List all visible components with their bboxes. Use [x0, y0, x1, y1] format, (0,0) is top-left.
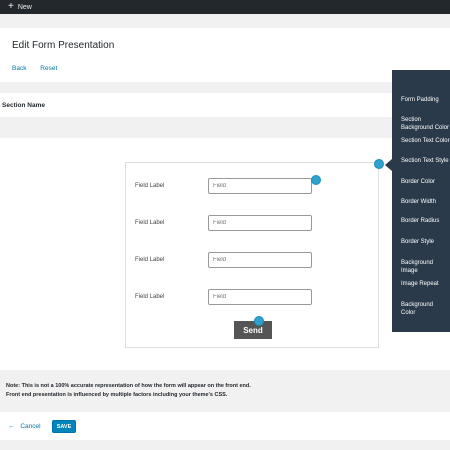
cancel-label: Cancel — [20, 423, 41, 430]
admin-top-bar: + New — [0, 0, 450, 14]
footer-actions: ← Cancel SAVE — [0, 412, 450, 440]
section-name: Section Name — [2, 102, 45, 109]
field-label: Field Label — [135, 294, 165, 300]
header-actions: Back Reset — [12, 65, 69, 72]
popover-item-background-color[interactable]: Background Color — [401, 301, 450, 317]
page-title: Edit Form Presentation — [12, 40, 115, 51]
form-field-row: Field Label — [126, 289, 378, 307]
cancel-link[interactable]: ← Cancel — [8, 423, 41, 430]
notice-line-2: Front end presentation is influenced by … — [6, 392, 228, 398]
popover-arrow — [385, 159, 392, 171]
field-style-hotspot[interactable] — [311, 175, 321, 185]
section-header: Section Name — [0, 93, 450, 117]
field-input[interactable] — [208, 178, 312, 194]
popover-item-border-style[interactable]: Border Style — [401, 238, 450, 246]
form-field-row: Field Label — [126, 215, 378, 233]
popover-item-section-text-style[interactable]: Section Text Style — [401, 157, 450, 165]
popover-item-background-image[interactable]: Background Image — [401, 259, 450, 275]
popover-item-border-width[interactable]: Border Width — [401, 198, 450, 206]
notice-line-1: Note: This is not a 100% accurate repres… — [6, 383, 251, 389]
form-preview-canvas: Field Label Field Label Field Label Fiel… — [0, 138, 450, 370]
back-link[interactable]: Back — [12, 65, 26, 72]
save-button[interactable]: SAVE — [52, 420, 76, 433]
popover-item-form-padding[interactable]: Form Padding — [401, 96, 450, 104]
popover-item-section-background-color[interactable]: Section Background Color — [401, 116, 450, 132]
form-field-row: Field Label — [126, 252, 378, 270]
field-label: Field Label — [135, 257, 165, 263]
field-input[interactable] — [208, 215, 312, 231]
popover-item-section-text-color[interactable]: Section Text Color — [401, 137, 450, 145]
form-style-hotspot[interactable] — [374, 159, 384, 169]
reset-link[interactable]: Reset — [40, 65, 57, 72]
header-panel: Edit Form Presentation Back Reset — [0, 28, 450, 82]
field-label: Field Label — [135, 220, 165, 226]
send-button[interactable]: Send — [234, 321, 272, 339]
form-field-row: Field Label — [126, 178, 378, 196]
arrow-left-icon: ← — [8, 423, 15, 430]
plus-icon: + — [8, 1, 14, 12]
field-label: Field Label — [135, 183, 165, 189]
popover-item-border-radius[interactable]: Border Radius — [401, 217, 450, 225]
button-style-hotspot[interactable] — [254, 316, 264, 326]
form-preview: Field Label Field Label Field Label Fiel… — [125, 162, 379, 348]
new-label: New — [17, 3, 32, 11]
new-menu-button[interactable]: + New — [8, 2, 32, 12]
field-input[interactable] — [208, 252, 312, 268]
popover-item-border-color[interactable]: Border Color — [401, 178, 450, 186]
field-input[interactable] — [208, 289, 312, 305]
preview-notice: Note: This is not a 100% accurate repres… — [0, 375, 450, 407]
style-options-popover: Form Padding Section Background Color Sec… — [392, 70, 450, 332]
popover-item-image-repeat[interactable]: Image Repeat — [401, 280, 450, 288]
